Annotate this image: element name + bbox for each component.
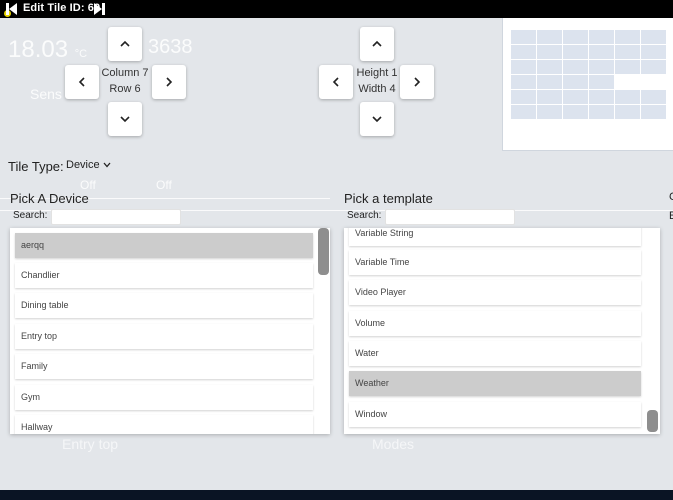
grid-cell — [537, 105, 562, 119]
device-item-aerqq[interactable]: aerqq — [15, 233, 313, 258]
tile-type-value: Device — [66, 159, 100, 171]
device-item-hallway[interactable]: Hallway — [15, 415, 313, 434]
grid-cell — [641, 60, 666, 74]
grid-cell — [615, 30, 640, 44]
grid-cell — [563, 30, 588, 44]
next-tile-icon[interactable] — [94, 3, 102, 15]
cutoff-heading-letter: C — [669, 191, 673, 203]
chevron-right-icon — [414, 77, 421, 87]
grid-cell — [589, 75, 614, 89]
edit-panel: 18.03 °C 3638 Sens Off Off Column 7 Row … — [0, 18, 673, 490]
bg-entry-label: Entry top — [62, 436, 119, 452]
bottom-dashboard-strip — [0, 490, 673, 500]
device-item-entry-top[interactable]: Entry top — [15, 324, 313, 349]
template-search-label: Search: — [347, 210, 382, 221]
title-bar: Edit Tile ID: 69 — [0, 0, 673, 18]
bg-number: 3638 — [148, 36, 193, 58]
grid-cell — [537, 90, 562, 104]
device-search-label: Search: — [13, 210, 48, 221]
template-search-input[interactable] — [385, 209, 515, 225]
grid-cell — [589, 90, 614, 104]
height-down-button[interactable] — [360, 102, 394, 136]
grid-cell — [511, 75, 536, 89]
template-heading: Pick a template — [344, 191, 433, 206]
template-item-volume[interactable]: Volume — [349, 311, 641, 336]
template-list[interactable]: Variable String Variable Time Video Play… — [344, 228, 660, 434]
chevron-up-icon — [372, 40, 382, 47]
grid-cell — [563, 90, 588, 104]
height-up-button[interactable] — [360, 27, 394, 61]
grid-cell — [511, 30, 536, 44]
chevron-down-icon — [120, 116, 130, 123]
chevron-up-icon — [120, 40, 130, 47]
device-item-gym[interactable]: Gym — [15, 385, 313, 410]
grid-cell — [641, 90, 666, 104]
row-label: Row 6 — [109, 83, 141, 95]
template-list-scrollbar[interactable] — [647, 410, 658, 432]
bg-off-left: Off — [80, 178, 96, 192]
bg-sensor-label: Sens — [30, 86, 62, 102]
grid-cell — [641, 45, 666, 59]
grid-cell — [511, 105, 536, 119]
width-increase-button[interactable] — [400, 65, 434, 99]
grid-cell — [537, 30, 562, 44]
grid-cell — [511, 90, 536, 104]
chevron-left-icon — [78, 77, 85, 87]
device-list[interactable]: aerqq Chandlier Dining table Entry top F… — [10, 228, 330, 434]
grid-cell — [615, 105, 640, 119]
template-item-water[interactable]: Water — [349, 341, 641, 366]
cutoff-label-letter: E — [669, 210, 673, 222]
grid-cell — [641, 30, 666, 44]
tile-type-select[interactable]: Device — [66, 159, 111, 171]
grid-cell — [589, 60, 614, 74]
device-item-dining-table[interactable]: Dining table — [15, 293, 313, 318]
bg-modes-label: Modes — [372, 436, 415, 452]
template-item-weather[interactable]: Weather — [349, 371, 641, 396]
bg-temperature: 18.03 °C — [8, 36, 88, 63]
column-label: Column 7 — [101, 67, 149, 79]
chevron-down-icon — [372, 116, 382, 123]
grid-cell — [537, 45, 562, 59]
window-title: Edit Tile ID: 69 — [23, 2, 101, 14]
chevron-left-icon — [332, 77, 339, 87]
chevron-down-icon — [103, 159, 111, 171]
grid-cell — [511, 45, 536, 59]
grid-cell — [589, 45, 614, 59]
grid-cell — [615, 45, 640, 59]
grid-cell — [615, 60, 640, 74]
last-tile-icon-bar — [102, 3, 105, 15]
bg-off-right: Off — [156, 178, 172, 192]
template-item-variable-string[interactable]: Variable String — [349, 228, 641, 246]
template-item-variable-time[interactable]: Variable Time — [349, 250, 641, 275]
device-item-chandlier[interactable]: Chandlier — [15, 263, 313, 288]
column-right-button[interactable] — [152, 65, 186, 99]
chevron-right-icon — [166, 77, 173, 87]
row-down-button[interactable] — [108, 102, 142, 136]
grid-cell — [511, 60, 536, 74]
grid-cell — [589, 30, 614, 44]
grid-cell — [563, 60, 588, 74]
grid-cell — [537, 60, 562, 74]
template-item-video-player[interactable]: Video Player — [349, 280, 641, 305]
layout-preview-grid — [502, 18, 673, 151]
grid-cell — [615, 90, 640, 104]
device-item-family[interactable]: Family — [15, 354, 313, 379]
row-up-button[interactable] — [108, 27, 142, 61]
tile-type-label: Tile Type: — [8, 159, 64, 174]
device-list-scrollbar[interactable] — [318, 228, 329, 275]
device-search-input[interactable] — [51, 209, 181, 225]
grid-cell — [563, 105, 588, 119]
previous-tile-icon[interactable] — [9, 3, 17, 15]
device-heading: Pick A Device — [10, 191, 89, 206]
grid-cell — [537, 75, 562, 89]
grid-cell — [641, 105, 666, 119]
template-item-window[interactable]: Window — [349, 402, 641, 427]
grid-cell — [563, 45, 588, 59]
grid-cell — [563, 75, 588, 89]
grid-cell — [589, 105, 614, 119]
